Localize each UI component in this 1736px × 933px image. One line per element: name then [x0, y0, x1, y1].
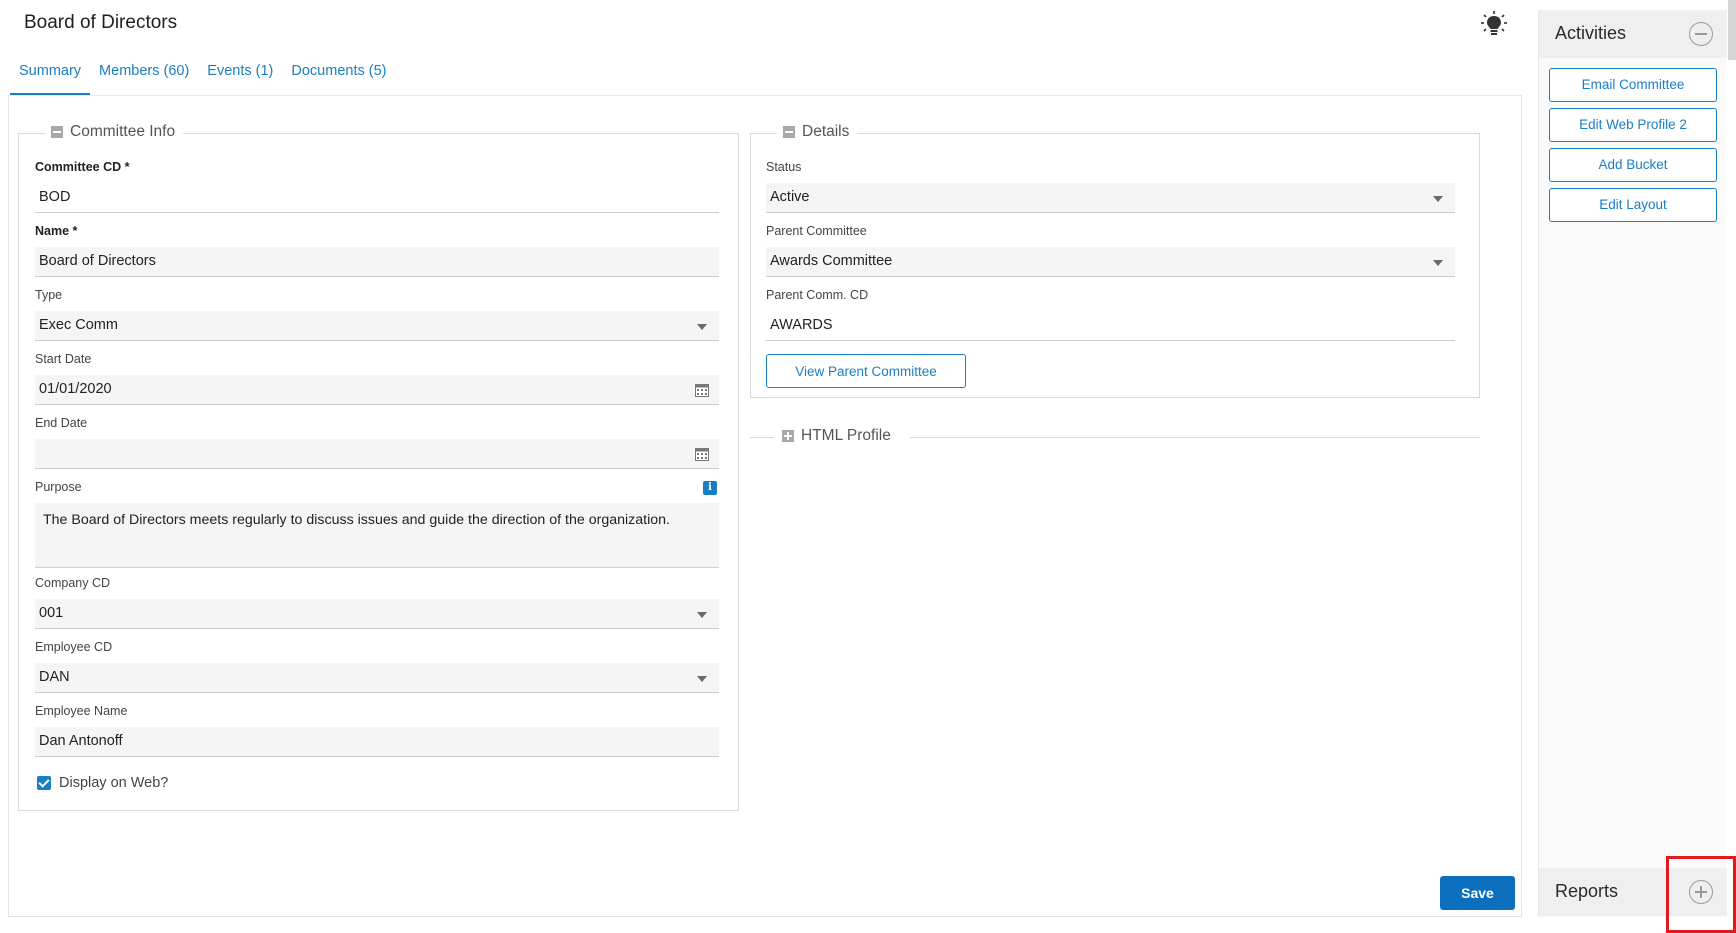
calendar-icon[interactable] — [695, 383, 709, 397]
add-bucket-button[interactable]: Add Bucket — [1549, 148, 1717, 182]
end-date-field: End Date — [35, 416, 719, 469]
name-input[interactable]: Board of Directors — [35, 247, 719, 277]
type-field: Type Exec Comm — [35, 288, 719, 341]
calendar-icon[interactable] — [695, 447, 709, 461]
status-field: Status Active — [766, 160, 1455, 213]
name-field: Name * Board of Directors — [35, 224, 719, 277]
minus-circle-icon[interactable] — [1689, 22, 1713, 46]
details-title: Details — [802, 123, 850, 140]
type-label: Type — [35, 288, 63, 302]
end-date-label: End Date — [35, 416, 88, 430]
parent-committee-value: Awards Committee — [770, 253, 893, 269]
end-date-input[interactable] — [35, 439, 719, 469]
parent-comm-cd-label: Parent Comm. CD — [766, 288, 869, 302]
status-select[interactable]: Active — [766, 183, 1455, 213]
tab-members[interactable]: Members (60) — [90, 60, 198, 96]
purpose-label: Purpose — [35, 480, 82, 494]
parent-committee-label: Parent Committee — [766, 224, 867, 238]
parent-comm-cd-field: Parent Comm. CD AWARDS — [766, 288, 1455, 341]
parent-committee-select[interactable]: Awards Committee — [766, 247, 1455, 277]
employee-cd-field: Employee CD DAN — [35, 640, 719, 693]
committee-cd-input[interactable]: BOD — [35, 183, 719, 213]
name-label: Name * — [35, 224, 78, 238]
employee-name-input[interactable]: Dan Antonoff — [35, 727, 719, 757]
caret-down-icon[interactable] — [1433, 260, 1443, 266]
activities-header: Activities — [1539, 10, 1727, 58]
caret-down-icon[interactable] — [1433, 196, 1443, 202]
display-on-web-label: Display on Web? — [59, 775, 169, 791]
start-date-label: Start Date — [35, 352, 92, 366]
edit-layout-button[interactable]: Edit Layout — [1549, 188, 1717, 222]
committee-info-title: Committee Info — [70, 123, 176, 140]
tab-bar: Summary Members (60) Events (1) Document… — [10, 60, 395, 96]
committee-cd-field: Committee CD * BOD — [35, 160, 719, 213]
collapse-icon[interactable] — [51, 126, 63, 138]
type-select[interactable]: Exec Comm — [35, 311, 719, 341]
parent-comm-cd-input[interactable]: AWARDS — [766, 311, 1455, 341]
html-profile-title: HTML Profile — [801, 427, 891, 444]
expand-icon[interactable] — [782, 430, 794, 442]
company-cd-field: Company CD 001 — [35, 576, 719, 629]
tab-events[interactable]: Events (1) — [198, 60, 282, 96]
company-cd-label: Company CD — [35, 576, 111, 590]
tab-documents[interactable]: Documents (5) — [282, 60, 395, 96]
start-date-field: Start Date 01/01/2020 — [35, 352, 719, 405]
tab-summary[interactable]: Summary — [10, 60, 91, 96]
start-date-input[interactable]: 01/01/2020 — [35, 375, 719, 405]
display-on-web-row[interactable]: Display on Web? — [37, 775, 168, 791]
purpose-textarea[interactable]: The Board of Directors meets regularly t… — [35, 503, 719, 568]
collapse-icon[interactable] — [783, 126, 795, 138]
email-committee-button[interactable]: Email Committee — [1549, 68, 1717, 102]
company-cd-value: 001 — [39, 605, 64, 621]
committee-info-legend[interactable]: Committee Info — [45, 123, 184, 141]
details-legend[interactable]: Details — [777, 123, 858, 141]
right-panel: Activities Email Committee Edit Web Prof… — [1538, 10, 1727, 917]
lightbulb-icon[interactable] — [1480, 10, 1508, 38]
caret-down-icon[interactable] — [697, 324, 707, 330]
purpose-field: Purpose i The Board of Directors meets r… — [35, 480, 719, 568]
committee-cd-label: Committee CD * — [35, 160, 130, 174]
divider — [910, 437, 1480, 438]
html-profile-group: HTML Profile — [750, 427, 1480, 447]
page-title: Board of Directors — [24, 12, 178, 33]
status-value: Active — [770, 189, 810, 205]
highlight-box — [1666, 856, 1736, 933]
parent-committee-field: Parent Committee Awards Committee — [766, 224, 1455, 277]
view-parent-committee-button[interactable]: View Parent Committee — [766, 354, 966, 388]
activities-title: Activities — [1555, 23, 1627, 43]
caret-down-icon[interactable] — [697, 676, 707, 682]
employee-name-field: Employee Name Dan Antonoff — [35, 704, 719, 757]
employee-cd-select[interactable]: DAN — [35, 663, 719, 693]
divider — [750, 437, 774, 438]
scrollbar[interactable] — [1728, 0, 1736, 60]
employee-cd-value: DAN — [39, 669, 70, 685]
start-date-value: 01/01/2020 — [39, 381, 112, 397]
checkbox-checked-icon[interactable] — [37, 776, 51, 790]
save-button[interactable]: Save — [1440, 876, 1515, 910]
reports-title: Reports — [1555, 881, 1619, 901]
type-value: Exec Comm — [39, 317, 118, 333]
purpose-label-row: Purpose i — [35, 480, 719, 497]
employee-name-label: Employee Name — [35, 704, 128, 718]
info-icon[interactable]: i — [703, 481, 717, 495]
caret-down-icon[interactable] — [697, 612, 707, 618]
status-label: Status — [766, 160, 802, 174]
html-profile-legend[interactable]: HTML Profile — [776, 427, 899, 445]
company-cd-select[interactable]: 001 — [35, 599, 719, 629]
employee-cd-label: Employee CD — [35, 640, 113, 654]
edit-web-profile-button[interactable]: Edit Web Profile 2 — [1549, 108, 1717, 142]
